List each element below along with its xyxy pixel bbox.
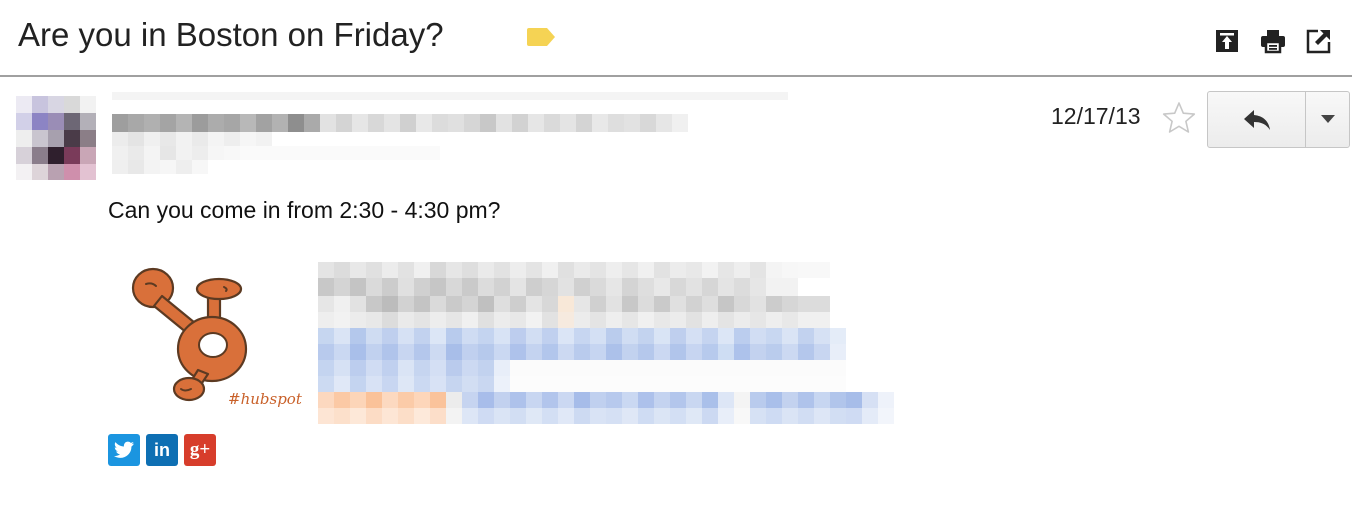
sender-avatar <box>16 96 96 180</box>
more-actions-button[interactable] <box>1306 92 1349 147</box>
thread-actions <box>1214 28 1332 54</box>
linkedin-icon[interactable]: in <box>146 434 178 466</box>
google-plus-icon[interactable]: g+ <box>184 434 216 466</box>
google-plus-icon-label: g+ <box>189 439 211 460</box>
star-outline-icon[interactable] <box>1162 101 1196 135</box>
message-body: Can you come in from 2:30 - 4:30 pm? <box>108 197 501 223</box>
move-to-top-icon[interactable] <box>1214 28 1240 54</box>
linkedin-icon-label: in <box>154 439 170 460</box>
hubspot-logo: #hubspot <box>131 267 302 408</box>
reply-button-group <box>1207 91 1350 148</box>
message-date: 12/17/13 <box>1051 103 1141 129</box>
reply-button[interactable] <box>1208 92 1306 147</box>
reply-arrow-icon <box>1243 109 1270 130</box>
hubspot-logo-text: #hubspot <box>228 390 302 408</box>
email-subject: Are you in Boston on Friday? <box>18 16 444 53</box>
signature-redacted <box>318 262 894 424</box>
chevron-down-icon <box>1320 115 1335 123</box>
label-tag-icon[interactable] <box>527 27 556 47</box>
open-new-window-icon[interactable] <box>1306 28 1332 54</box>
social-links: in g+ <box>108 434 216 466</box>
twitter-icon[interactable] <box>108 434 140 466</box>
twitter-bird-glyph <box>114 441 134 458</box>
header-divider <box>0 75 1352 77</box>
print-icon[interactable] <box>1260 28 1286 54</box>
sender-info-redacted <box>112 92 788 174</box>
